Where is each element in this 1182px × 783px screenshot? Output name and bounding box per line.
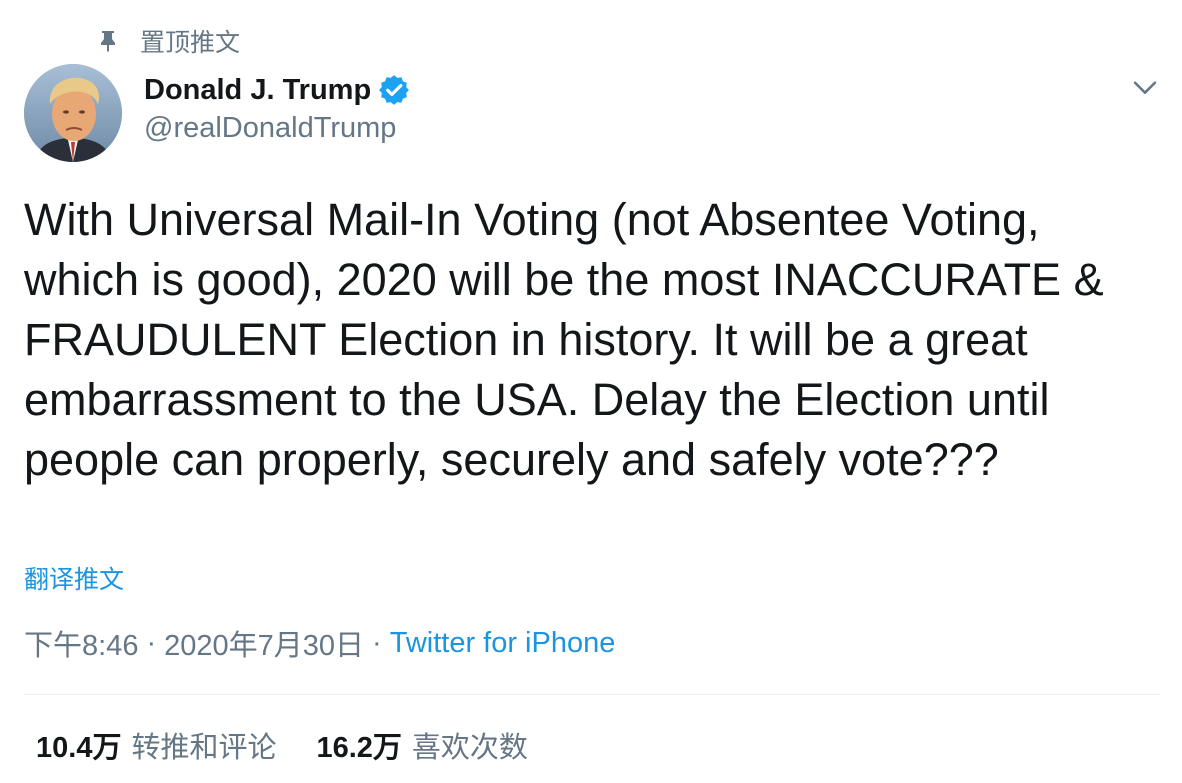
avatar[interactable] [24,64,122,162]
meta-separator: · [146,626,157,659]
tweet-meta: 下午8:46 · 2020年7月30日 · Twitter for iPhone [24,622,615,664]
likes-count: 16.2万 [316,732,402,764]
verified-badge-icon [377,73,411,107]
author-info[interactable]: Donald J. Trump @realDonaldTrump [144,70,411,145]
likes-label: 喜欢次数 [411,732,528,764]
pinned-indicator: 置顶推文 [96,24,240,58]
divider [24,694,1160,695]
display-name-row[interactable]: Donald J. Trump [144,70,411,110]
tweet-time[interactable]: 下午8:46 [24,622,138,664]
handle[interactable]: @realDonaldTrump [144,112,411,145]
meta-separator: · [372,626,382,659]
tweet-source-link[interactable]: Twitter for iPhone [390,627,616,660]
chevron-down-icon[interactable] [1128,70,1162,104]
translate-tweet-link[interactable]: 翻译推文 [24,560,124,596]
display-name[interactable]: Donald J. Trump [144,74,371,107]
pinned-label: 置顶推文 [140,29,241,57]
retweets-label: 转推和评论 [131,732,277,764]
retweets-stat[interactable]: 10.4万 转推和评论 [36,724,276,766]
retweets-count: 10.4万 [36,732,122,764]
pin-icon [96,29,120,53]
tweet-stats: 10.4万 转推和评论 16.2万 喜欢次数 [36,724,568,766]
likes-stat[interactable]: 16.2万 喜欢次数 [316,724,527,766]
tweet-text: With Universal Mail-In Voting (not Absen… [24,194,1104,485]
tweet-date[interactable]: 2020年7月30日 [164,622,364,664]
